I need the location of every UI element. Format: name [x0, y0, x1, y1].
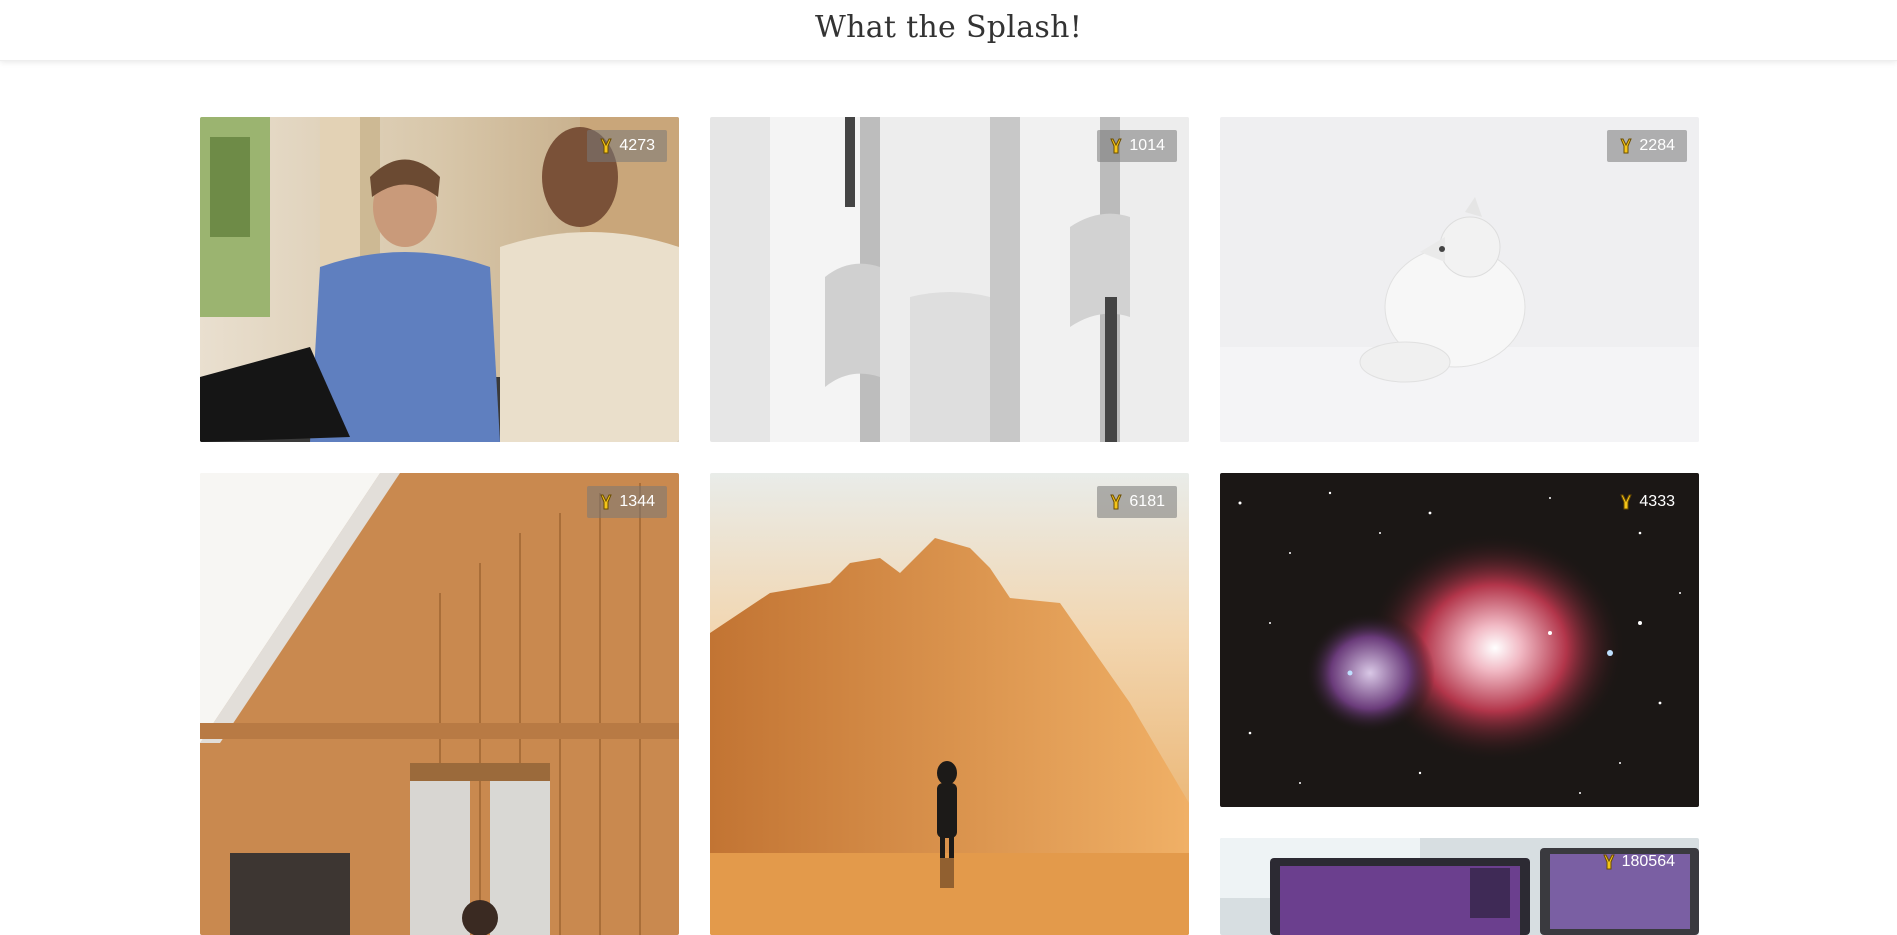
photo-card-7[interactable]: 180564 — [1220, 838, 1699, 935]
photo-card-4[interactable]: 1344 — [200, 473, 679, 935]
like-count: 1344 — [619, 493, 655, 510]
photo-card-6[interactable]: 4333 — [1220, 473, 1699, 807]
photo-card-3[interactable]: 2284 — [1220, 117, 1699, 442]
like-count: 1014 — [1129, 137, 1165, 154]
photo-card-5[interactable]: 6181 — [710, 473, 1189, 935]
photo-image — [200, 473, 679, 935]
like-badge[interactable]: 6181 — [1097, 486, 1177, 518]
like-count: 6181 — [1129, 493, 1165, 510]
like-icon — [1109, 493, 1123, 511]
photo-image — [1220, 473, 1699, 807]
like-badge[interactable]: 2284 — [1607, 130, 1687, 162]
photo-image — [710, 117, 1189, 442]
like-count: 180564 — [1621, 853, 1675, 870]
photo-image — [200, 117, 679, 442]
like-icon — [1619, 137, 1633, 155]
like-icon — [1109, 137, 1123, 155]
like-count: 4273 — [619, 137, 655, 154]
site-header: What the Splash! — [0, 0, 1897, 61]
like-count: 2284 — [1639, 137, 1675, 154]
site-title: What the Splash! — [814, 10, 1083, 45]
like-icon — [599, 137, 613, 155]
like-icon — [1619, 493, 1633, 511]
photo-card-2[interactable]: 1014 — [710, 117, 1189, 442]
like-badge[interactable]: 180564 — [1592, 846, 1687, 878]
like-badge[interactable]: 1014 — [1097, 130, 1177, 162]
like-icon — [1602, 853, 1616, 871]
photo-image — [710, 473, 1189, 935]
photo-card-1[interactable]: 4273 — [200, 117, 679, 442]
like-badge[interactable]: 4333 — [1607, 486, 1687, 518]
like-icon — [599, 493, 613, 511]
like-badge[interactable]: 4273 — [587, 130, 667, 162]
like-count: 4333 — [1639, 493, 1675, 510]
like-badge[interactable]: 1344 — [587, 486, 667, 518]
photo-image — [1220, 117, 1699, 442]
